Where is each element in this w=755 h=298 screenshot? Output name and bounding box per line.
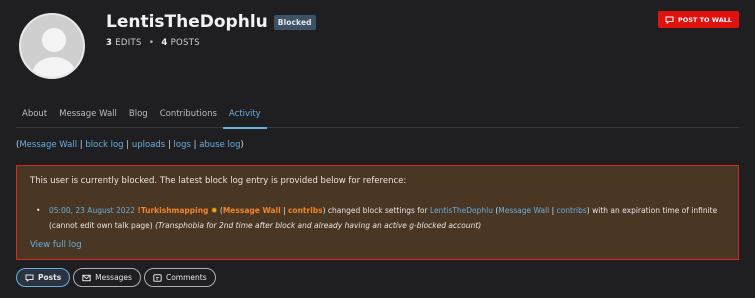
post-to-wall-label: POST TO WALL xyxy=(677,15,733,24)
speech-bubble-icon xyxy=(25,274,34,282)
uploads-link[interactable]: uploads xyxy=(132,140,165,150)
paren-close: ) xyxy=(240,140,244,150)
tab-blog[interactable]: Blog xyxy=(123,108,154,128)
stats-separator: • xyxy=(148,38,155,48)
activity-filters: Posts Messages Comments xyxy=(16,268,216,287)
gear-icon: ✹ xyxy=(210,206,218,215)
posts-stat[interactable]: 4 POSTS xyxy=(161,38,200,48)
profile-tabs: About Message Wall Blog Contributions Ac… xyxy=(16,108,739,129)
filter-posts-button[interactable]: Posts xyxy=(16,268,71,287)
avatar xyxy=(19,13,85,79)
status-badge: Blocked xyxy=(273,14,316,30)
filter-comments-label: Comments xyxy=(165,273,207,282)
username: LentisTheDophlu xyxy=(106,12,268,32)
posts-count: 4 xyxy=(161,38,168,48)
block-reason: (Transphobia for 2nd time after block an… xyxy=(155,221,482,230)
default-user-avatar-icon xyxy=(21,15,83,77)
profile-stats: 3 EDITS • 4 POSTS xyxy=(106,38,200,48)
filter-messages-button[interactable]: Messages xyxy=(73,268,141,287)
envelope-icon xyxy=(82,274,91,281)
block-log-entry: 05:00, 23 August 2022 !Turkishmapping ✹ … xyxy=(36,203,726,233)
entry-action-text: changed block settings for xyxy=(325,206,430,215)
link-separator: | xyxy=(123,140,132,150)
user-log-links: (Message Wall | block log | uploads | lo… xyxy=(16,140,244,150)
block-log-link[interactable]: block log xyxy=(85,140,123,150)
link-separator: | xyxy=(280,206,288,215)
speech-bubble-icon xyxy=(665,16,674,24)
logs-link[interactable]: logs xyxy=(174,140,191,150)
filter-comments-button[interactable]: Comments xyxy=(143,268,216,287)
message-wall-link[interactable]: Message Wall xyxy=(19,140,77,150)
filter-posts-label: Posts xyxy=(38,273,62,282)
target-user-link[interactable]: LentisTheDophlu xyxy=(430,206,493,215)
edits-stat[interactable]: 3 EDITS xyxy=(106,38,142,48)
profile-header: LentisTheDophlu Blocked xyxy=(106,12,316,32)
comment-icon xyxy=(153,273,162,282)
target-contribs-link[interactable]: contribs xyxy=(557,206,587,215)
admin-message-wall-link[interactable]: Message Wall xyxy=(223,206,281,215)
tab-activity[interactable]: Activity xyxy=(222,108,267,129)
tab-message-wall[interactable]: Message Wall xyxy=(53,108,123,128)
edits-count: 3 xyxy=(106,38,113,48)
target-message-wall-link[interactable]: Message Wall xyxy=(498,206,549,215)
edits-label: EDITS xyxy=(115,38,142,48)
tab-contributions[interactable]: Contributions xyxy=(154,108,223,128)
tab-about[interactable]: About xyxy=(16,108,53,128)
abuse-log-link[interactable]: abuse log xyxy=(199,140,240,150)
admin-contribs-link[interactable]: contribs xyxy=(288,206,323,215)
block-notice-intro: This user is currently blocked. The late… xyxy=(30,176,407,186)
link-separator: | xyxy=(190,140,200,150)
view-full-log-link[interactable]: View full log xyxy=(30,240,82,250)
posts-label: POSTS xyxy=(170,38,200,48)
entry-timestamp[interactable]: 05:00, 23 August 2022 xyxy=(49,206,135,215)
link-separator: | xyxy=(549,206,557,215)
block-notice: This user is currently blocked. The late… xyxy=(16,165,739,260)
post-to-wall-button[interactable]: POST TO WALL xyxy=(658,11,739,28)
filter-messages-label: Messages xyxy=(95,273,132,282)
link-separator: | xyxy=(165,140,174,150)
admin-user-link[interactable]: !Turkishmapping xyxy=(137,206,208,215)
